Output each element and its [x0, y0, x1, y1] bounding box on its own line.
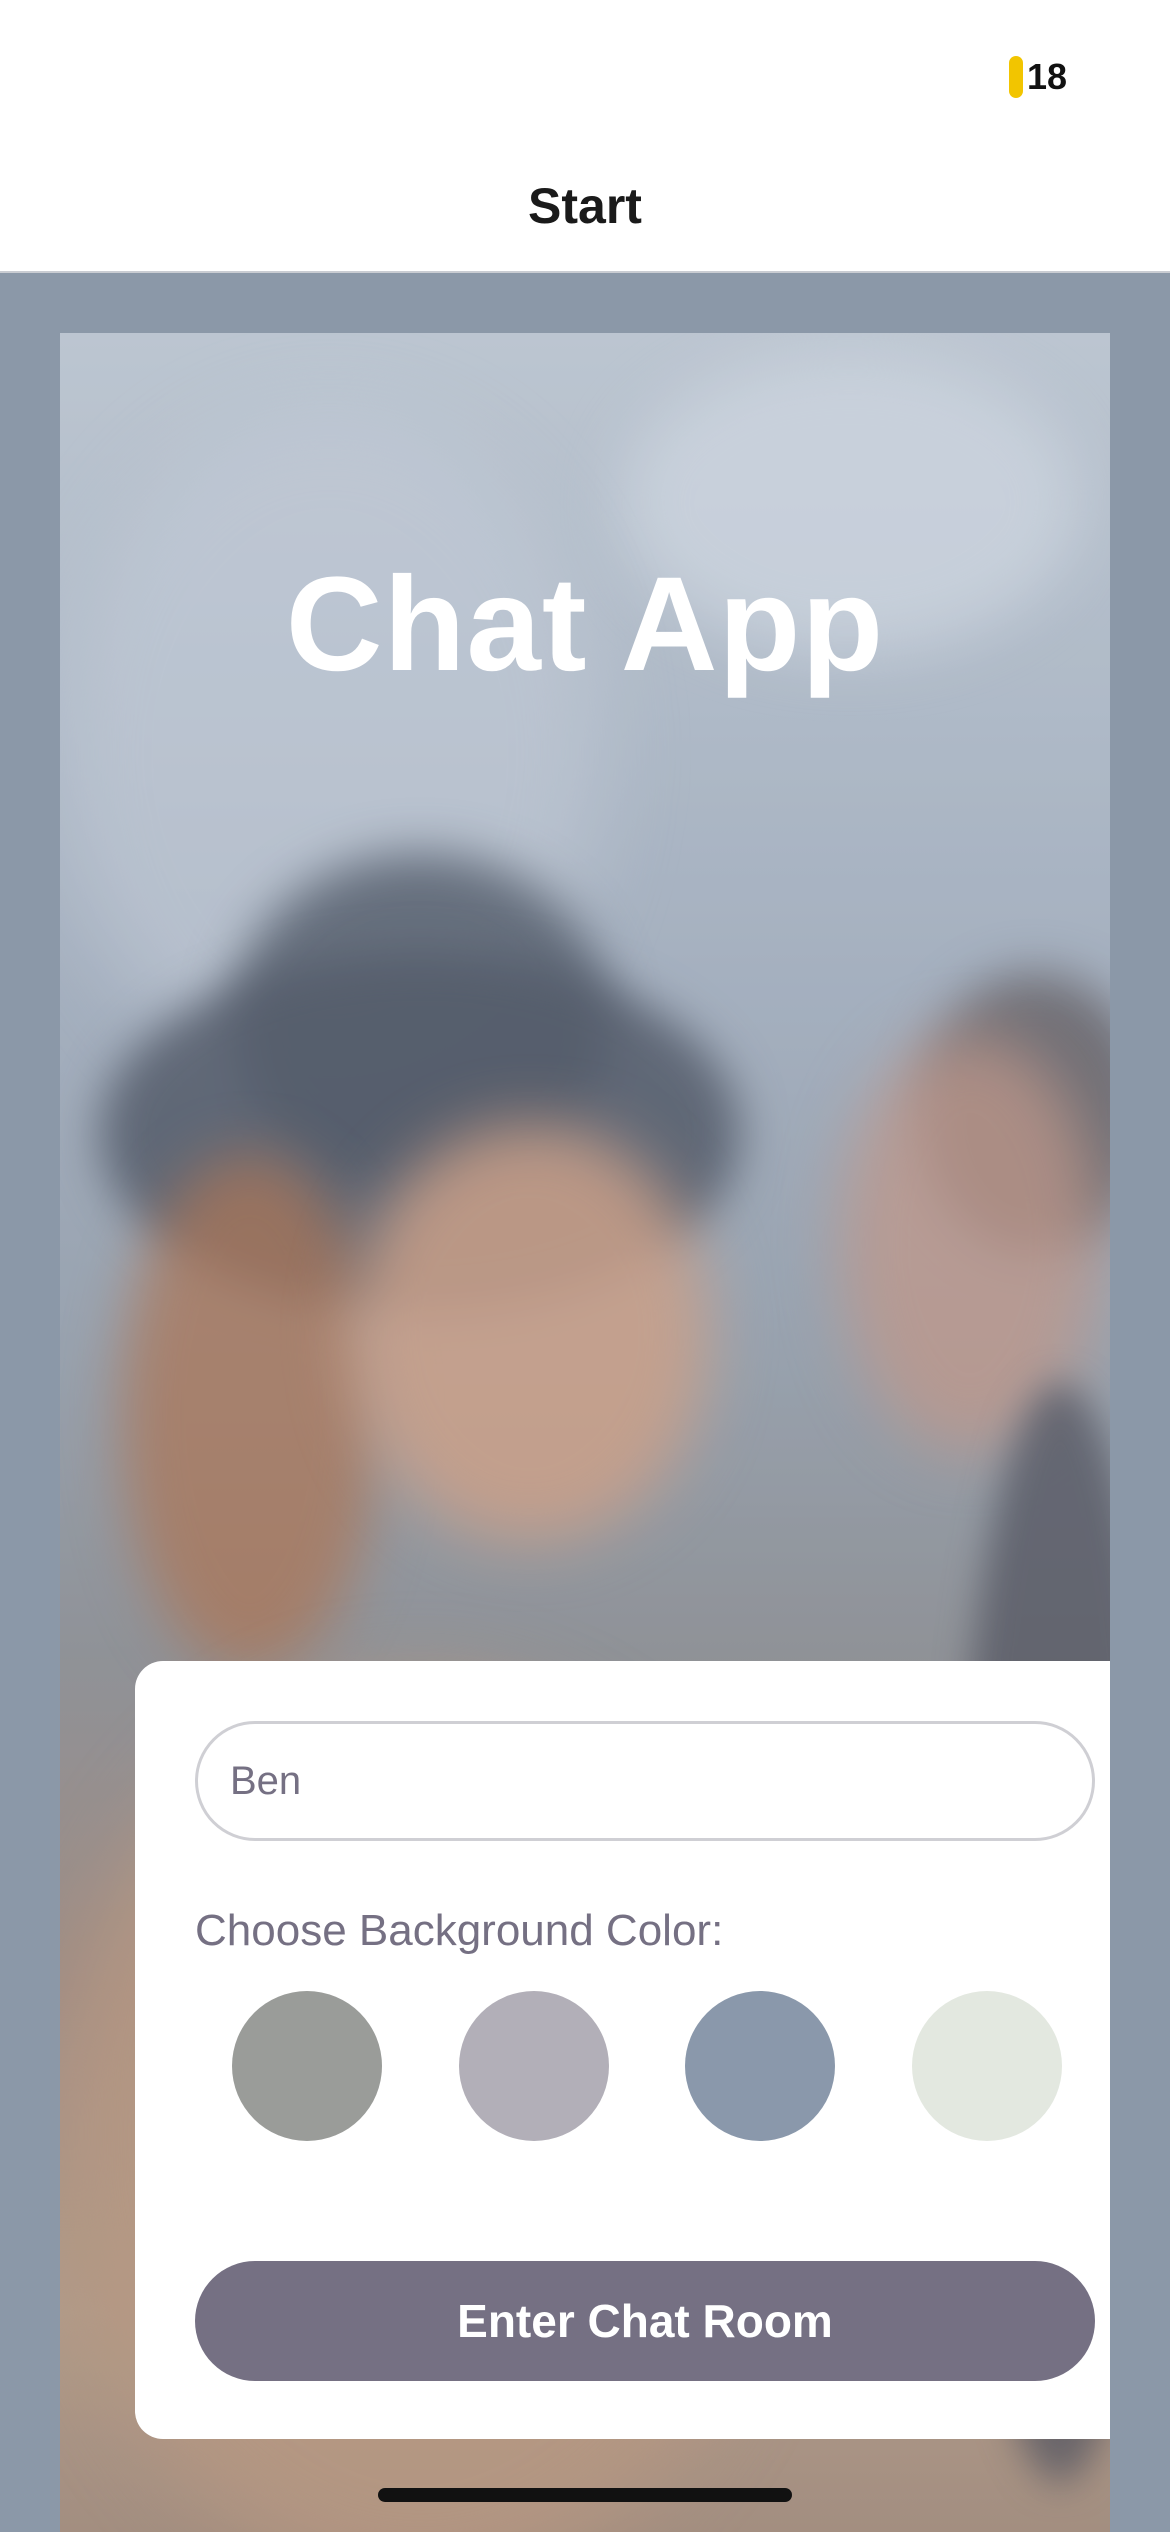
status-bar: 18: [0, 0, 1170, 140]
color-swatch-2[interactable]: [458, 1991, 609, 2141]
name-input[interactable]: [195, 1721, 1095, 1841]
navigation-bar: Start: [0, 140, 1170, 273]
color-swatch-1[interactable]: [232, 1991, 382, 2141]
login-card: Choose Background Color: Enter Chat Room: [135, 1661, 1110, 2439]
app-title: Chat App: [285, 550, 885, 699]
color-swatch-3[interactable]: [685, 1991, 836, 2141]
enter-chat-room-button[interactable]: Enter Chat Room: [195, 2261, 1095, 2381]
background-image: Chat App Choose Background Color: Enter …: [60, 333, 1110, 2532]
status-time-indicator: 18: [1008, 56, 1067, 98]
start-screen-content: Chat App Choose Background Color: Enter …: [0, 275, 1170, 2532]
color-swatch-4[interactable]: [911, 1991, 1062, 2141]
active-call-pill-icon: [1008, 56, 1023, 98]
status-time: 18: [1026, 56, 1067, 97]
color-swatch-row: [232, 1991, 1062, 2141]
nav-title: Start: [528, 177, 642, 234]
home-indicator: [378, 2488, 792, 2502]
background-color-label: Choose Background Color:: [195, 1906, 724, 1955]
